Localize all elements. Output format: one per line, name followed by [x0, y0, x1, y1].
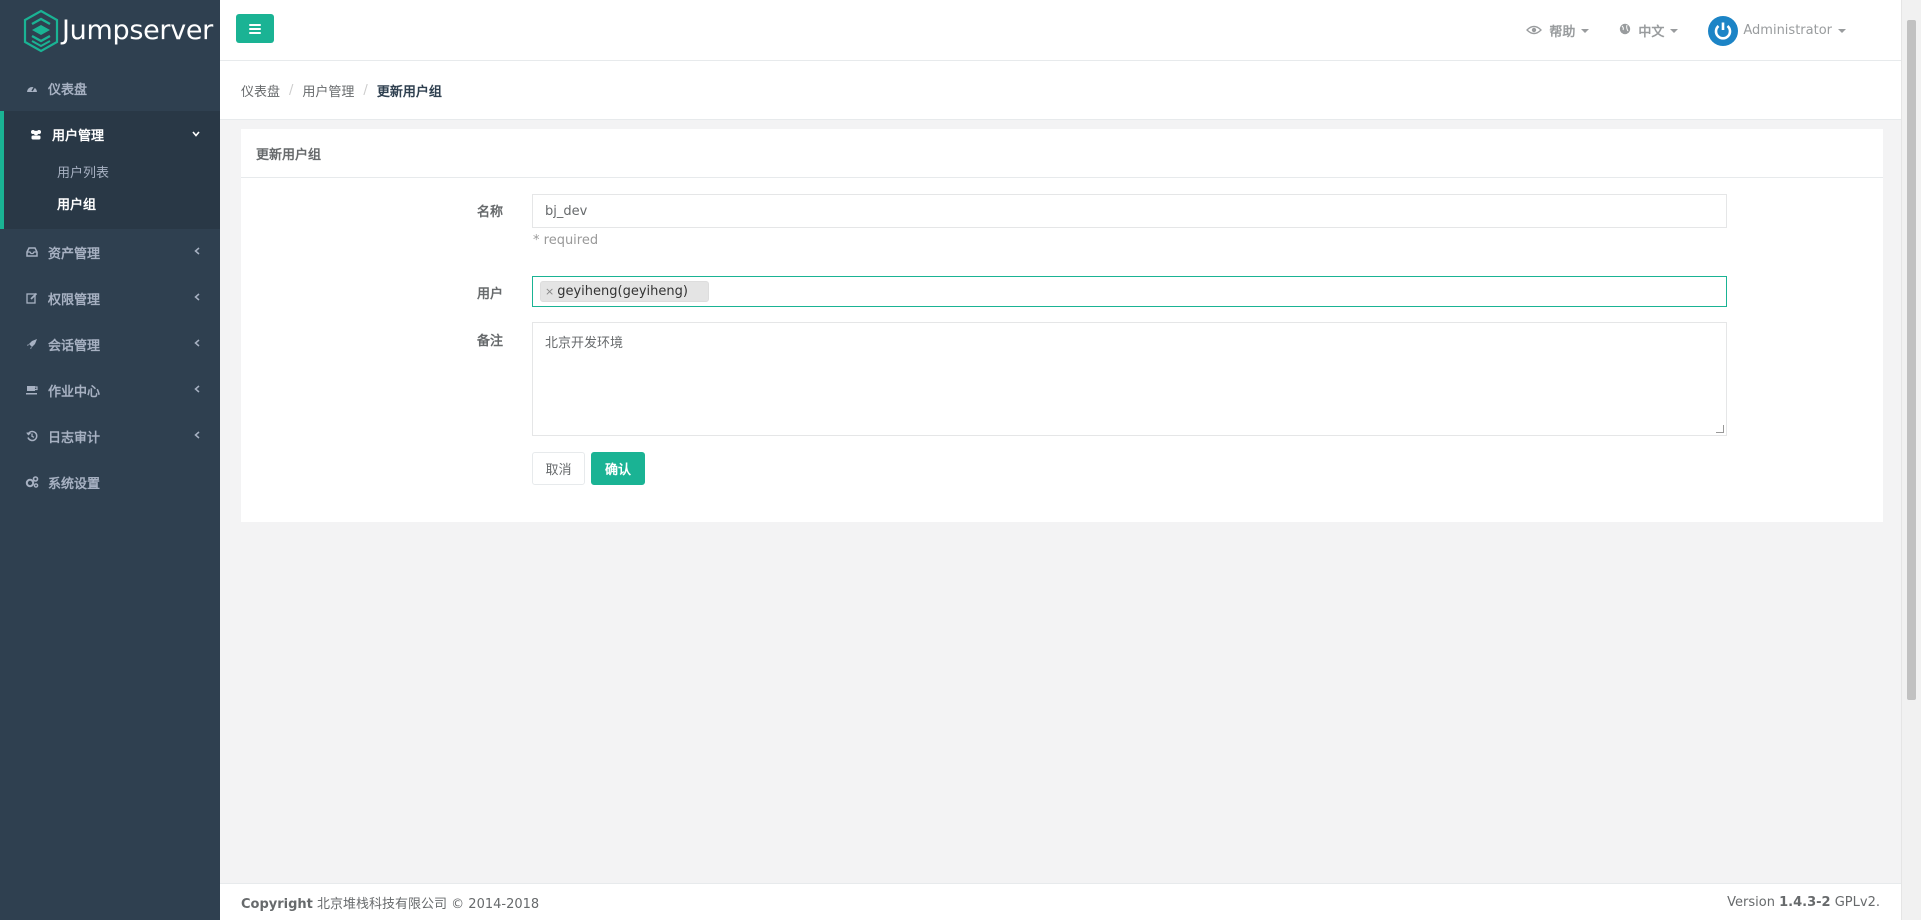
- sidebar-item-label: 系统设置: [48, 476, 101, 492]
- name-input[interactable]: bj_dev: [532, 194, 1727, 228]
- top-right-menu: 帮助 中文 Administrator: [1496, 0, 1901, 61]
- remove-tag-icon[interactable]: ×: [545, 285, 554, 298]
- sidebar-toggle-button[interactable]: [236, 14, 274, 43]
- eye-icon: [1526, 23, 1543, 39]
- chevron-left-icon: [194, 244, 200, 258]
- sidebar-item-audit[interactable]: 日志审计: [0, 413, 220, 459]
- edit-icon: [25, 291, 39, 305]
- sidebar: Jumpserver 仪表盘 用户管理 用户列表 用户组 资产管理 权限管理 会…: [0, 0, 220, 920]
- sidebar-item-users[interactable]: 用户管理: [4, 111, 220, 157]
- sidebar-item-label: 仪表盘: [48, 82, 88, 98]
- power-icon: [1715, 22, 1732, 40]
- resize-handle-icon[interactable]: [1716, 425, 1724, 433]
- help-label: 帮助: [1549, 25, 1576, 40]
- sidebar-item-label: 权限管理: [48, 292, 101, 308]
- copyright: Copyright 北京堆栈科技有限公司 © 2014-2018: [241, 893, 539, 912]
- comment-textarea[interactable]: 北京开发环境: [532, 322, 1727, 436]
- chevron-left-icon: [194, 428, 200, 442]
- breadcrumb-user-management[interactable]: 用户管理: [302, 81, 354, 100]
- breadcrumb-separator: /: [289, 82, 294, 98]
- breadcrumb-separator: /: [363, 82, 368, 98]
- cancel-button[interactable]: 取消: [532, 452, 585, 485]
- sidebar-item-label: 用户管理: [52, 128, 105, 144]
- sidebar-group-users: 用户管理 用户列表 用户组: [0, 111, 220, 229]
- caret-down-icon: [1838, 28, 1846, 33]
- sidebar-item-label: 资产管理: [48, 246, 101, 262]
- breadcrumb-current: 更新用户组: [376, 84, 442, 100]
- comment-value: 北京开发环境: [545, 336, 624, 351]
- user-menu[interactable]: Administrator: [1708, 15, 1846, 46]
- scrollbar-thumb[interactable]: [1907, 20, 1916, 700]
- brand-logo[interactable]: Jumpserver: [0, 0, 220, 61]
- users-select[interactable]: × geyiheng(geyiheng): [532, 276, 1727, 307]
- users-icon: [29, 127, 43, 141]
- update-group-panel: 更新用户组 名称 bj_dev * required 用户 × geyiheng…: [241, 129, 1883, 522]
- chevron-left-icon: [194, 290, 200, 304]
- sidebar-subitem-label: 用户组: [57, 197, 97, 213]
- hamburger-icon: [249, 23, 261, 34]
- version-number: 1.4.3-2: [1779, 894, 1831, 910]
- gears-icon: [25, 475, 39, 489]
- panel-title: 更新用户组: [241, 129, 1883, 178]
- avatar: [1708, 15, 1739, 46]
- sidebar-item-label: 日志审计: [48, 430, 101, 446]
- sidebar-subitem-user-group[interactable]: 用户组: [4, 187, 220, 219]
- top-navbar: 帮助 中文 Administrator: [220, 0, 1901, 61]
- page-scrollbar[interactable]: [1901, 0, 1921, 920]
- selected-user-tag: × geyiheng(geyiheng): [540, 281, 709, 302]
- copyright-prefix: Copyright: [241, 896, 313, 912]
- caret-down-icon: [1670, 28, 1679, 33]
- inbox-icon: [25, 245, 39, 259]
- sidebar-item-assets[interactable]: 资产管理: [0, 229, 220, 275]
- selected-user-label: geyiheng(geyiheng): [557, 284, 688, 299]
- version-info: Version 1.4.3-2 GPLv2.: [1727, 895, 1880, 910]
- sidebar-subitem-user-list[interactable]: 用户列表: [4, 155, 220, 187]
- breadcrumb: 仪表盘 / 用户管理 / 更新用户组: [220, 61, 1901, 120]
- help-menu[interactable]: 帮助: [1526, 21, 1590, 40]
- sidebar-item-settings[interactable]: 系统设置: [0, 459, 220, 505]
- sidebar-item-jobs[interactable]: 作业中心: [0, 367, 220, 413]
- users-label: 用户: [476, 287, 503, 302]
- sidebar-item-permissions[interactable]: 权限管理: [0, 275, 220, 321]
- version-suffix: GPLv2.: [1834, 894, 1880, 910]
- copyright-text: 北京堆栈科技有限公司 © 2014-2018: [317, 896, 540, 912]
- jumpserver-logo-icon: [23, 9, 59, 52]
- globe-icon: [1619, 23, 1631, 39]
- sidebar-item-dashboard[interactable]: 仪表盘: [0, 65, 220, 111]
- name-input-value: bj_dev: [545, 203, 588, 219]
- name-label: 名称: [476, 205, 503, 220]
- name-help-text: * required: [533, 233, 599, 248]
- comment-label: 备注: [476, 334, 503, 349]
- chevron-left-icon: [194, 382, 200, 396]
- rocket-icon: [25, 337, 39, 351]
- sidebar-subitem-label: 用户列表: [57, 165, 110, 181]
- coffee-icon: [25, 383, 39, 397]
- sidebar-item-sessions[interactable]: 会话管理: [0, 321, 220, 367]
- version-prefix: Version: [1727, 894, 1775, 910]
- language-label: 中文: [1638, 25, 1665, 40]
- dashboard-icon: [25, 81, 39, 95]
- sidebar-item-label: 作业中心: [48, 384, 101, 400]
- brand-name: Jumpserver: [62, 15, 213, 46]
- username-label: Administrator: [1743, 23, 1832, 38]
- sidebar-item-label: 会话管理: [48, 338, 101, 354]
- chevron-down-icon: [192, 126, 200, 140]
- breadcrumb-dashboard[interactable]: 仪表盘: [241, 81, 280, 100]
- footer: Copyright 北京堆栈科技有限公司 © 2014-2018 Version…: [220, 883, 1901, 920]
- chevron-left-icon: [194, 336, 200, 350]
- history-icon: [25, 429, 39, 443]
- submit-button[interactable]: 确认: [591, 452, 645, 485]
- caret-down-icon: [1581, 28, 1590, 33]
- language-menu[interactable]: 中文: [1619, 21, 1679, 40]
